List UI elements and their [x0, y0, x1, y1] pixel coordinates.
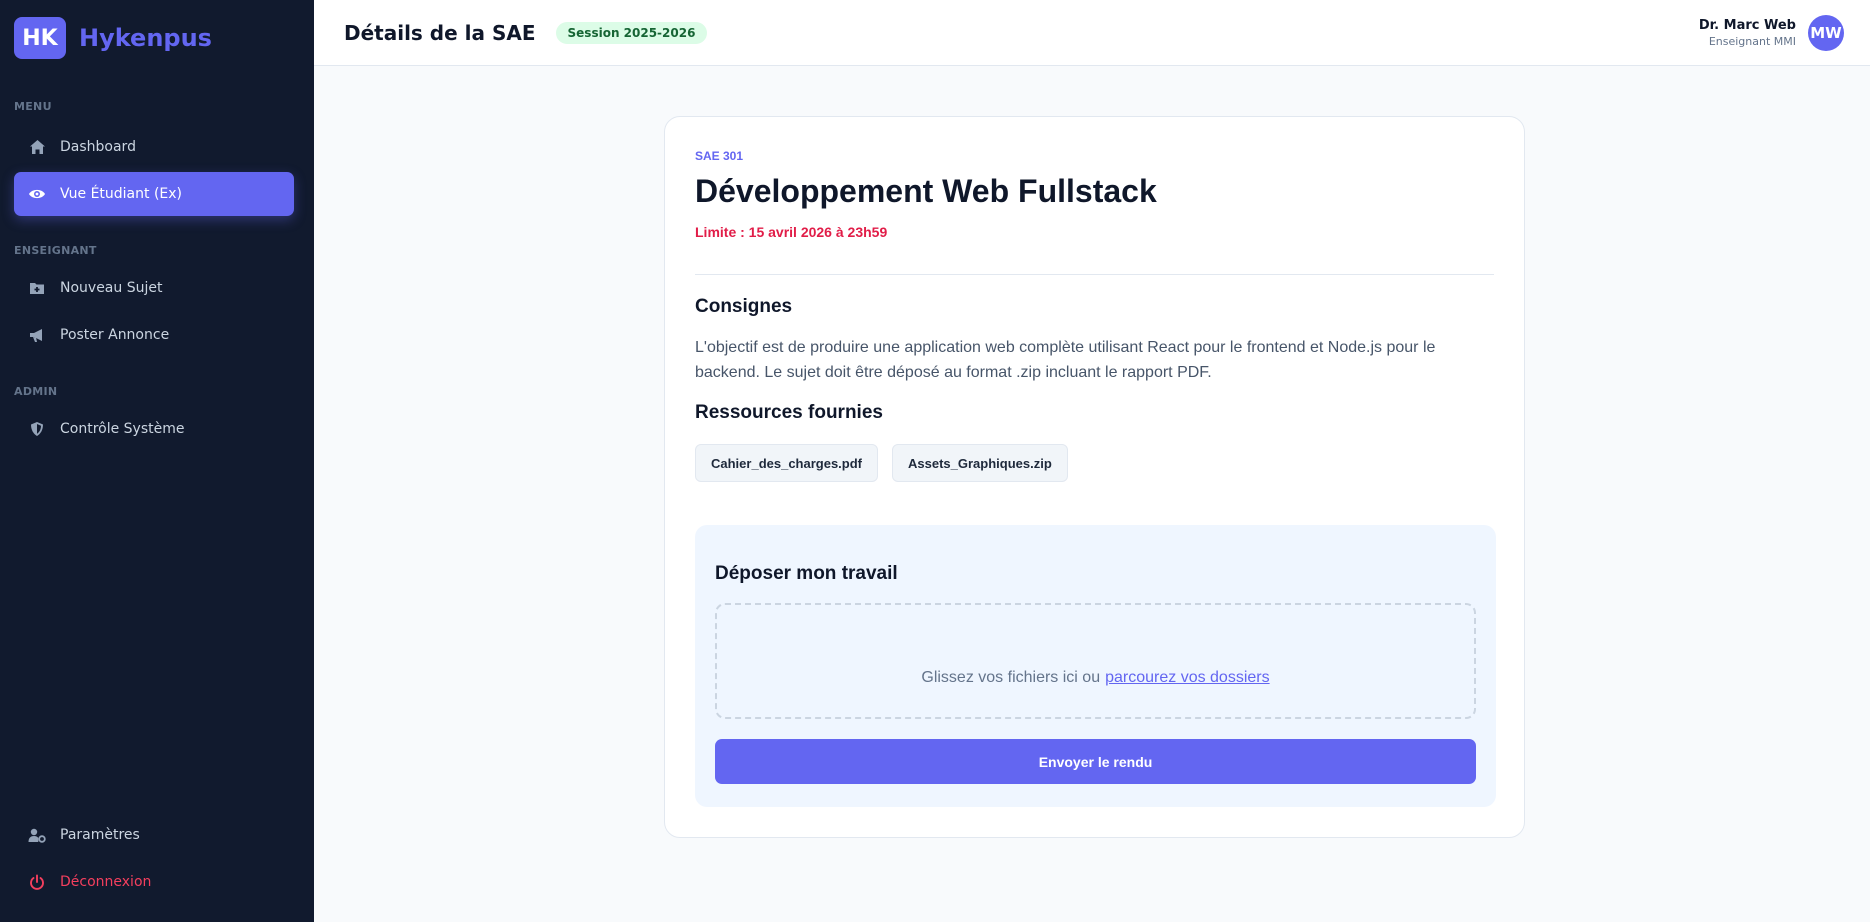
sidebar-item-post-announcement[interactable]: Poster Annonce [14, 313, 294, 357]
top-header: Détails de la SAE Session 2025-2026 Dr. … [314, 0, 1870, 66]
folder-plus-icon [28, 279, 46, 297]
sidebar-item-label: Paramètres [60, 827, 140, 843]
sidebar-item-label: Vue Étudiant (Ex) [60, 186, 182, 202]
user-role: Enseignant MMI [1708, 34, 1796, 48]
sidebar-item-new-subject[interactable]: Nouveau Sujet [14, 266, 294, 310]
sidebar-item-label: Nouveau Sujet [60, 280, 163, 296]
resources-heading: Ressources fournies [695, 402, 883, 423]
sidebar-item-label: Poster Annonce [60, 327, 170, 343]
resource-file[interactable]: Cahier_des_charges.pdf [695, 444, 879, 482]
sidebar-bottom: Paramètres Déconnexion [0, 813, 314, 922]
browse-files-link[interactable]: parcourez vos dossiers [1105, 669, 1270, 687]
user-gear-icon [28, 826, 46, 844]
instructions-text: L'objectif est de produire une applicati… [695, 339, 1436, 381]
power-icon [28, 873, 46, 891]
megaphone-icon [28, 326, 46, 344]
section-label-enseignant: ENSEIGNANT [14, 244, 97, 257]
shield-icon [28, 420, 46, 438]
session-badge: Session 2025-2026 [555, 21, 708, 44]
file-dropzone[interactable]: Glissez vos fichiers ici ou parcourez vo… [715, 603, 1476, 719]
submission-heading: Déposer mon travail [715, 563, 898, 584]
sidebar-item-label: Contrôle Système [60, 421, 185, 437]
resource-file[interactable]: Assets_Graphiques.zip [892, 444, 1068, 482]
submit-button[interactable]: Envoyer le rendu [715, 739, 1476, 784]
avatar[interactable]: MW [1808, 14, 1844, 51]
submission-panel: Déposer mon travail Glissez vos fichiers… [695, 525, 1496, 807]
page-title: Détails de la SAE [344, 20, 536, 45]
brand[interactable]: HK Hykenpus [0, 0, 314, 76]
eye-icon [28, 185, 46, 203]
sae-code: SAE 301 [695, 149, 744, 163]
sae-deadline: Limite : 15 avril 2026 à 23h59 [695, 224, 888, 240]
user-name: Dr. Marc Web [1698, 17, 1796, 33]
sidebar-item-label: Déconnexion [60, 874, 152, 890]
section-label-menu: MENU [14, 100, 52, 113]
sidebar-item-settings[interactable]: Paramètres [14, 813, 294, 857]
sidebar-item-logout[interactable]: Déconnexion [14, 860, 294, 904]
sidebar: HK Hykenpus MENU Dashboard Vue Étudiant … [0, 0, 314, 922]
dropzone-text: Glissez vos fichiers ici ou [921, 669, 1101, 686]
brand-logo: HK [14, 17, 66, 59]
sae-title: Développement Web Fullstack [695, 173, 1157, 209]
sidebar-item-label: Dashboard [60, 139, 136, 155]
sidebar-item-system-control[interactable]: Contrôle Système [14, 407, 294, 451]
home-icon [28, 138, 46, 156]
sae-detail-card: SAE 301 Développement Web Fullstack Limi… [664, 116, 1525, 838]
sidebar-item-dashboard[interactable]: Dashboard [14, 125, 294, 169]
instructions-heading: Consignes [695, 296, 793, 317]
sidebar-item-student-view[interactable]: Vue Étudiant (Ex) [14, 172, 294, 216]
divider [695, 274, 1494, 275]
user-menu[interactable]: Dr. Marc Web Enseignant MMI MW [1699, 14, 1844, 51]
section-label-admin: ADMIN [14, 385, 58, 398]
brand-name: Hykenpus [79, 24, 212, 52]
user-info: Dr. Marc Web Enseignant MMI [1699, 18, 1796, 48]
resources-list: Cahier_des_charges.pdf Assets_Graphiques… [695, 444, 1494, 482]
